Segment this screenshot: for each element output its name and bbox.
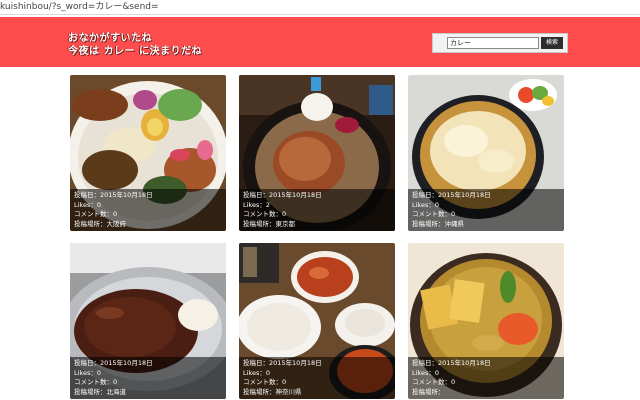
site-header: おなかがすいたね 今夜は カレー に決まりだね 検索 [0, 17, 640, 67]
post-info: 投稿日：2015年10月18日 Likes：0 コメント数：0 投稿場所：神奈川… [239, 357, 395, 399]
search-button[interactable]: 検索 [541, 37, 563, 49]
search-input[interactable] [447, 37, 539, 49]
address-bar[interactable]: kuishinbou/?s_word=カレー&send= [0, 0, 640, 15]
post-info: 投稿日：2015年10月18日 Likes：0 コメント数：0 投稿場所：沖縄県 [408, 189, 564, 231]
post-comments: コメント数：0 [243, 378, 287, 387]
post-date: 投稿日：2015年10月18日 [412, 359, 491, 367]
post-likes: Likes：0 [243, 368, 270, 377]
post-place: 投稿場所：東京都 [243, 219, 295, 228]
post-place: 投稿場所： [412, 387, 445, 396]
post-place: 投稿場所：沖縄県 [412, 219, 464, 228]
post-card[interactable]: 投稿日：2015年10月18日 Likes：0 コメント数：0 投稿場所：沖縄県 [408, 75, 564, 231]
post-likes: Likes：2 [243, 200, 270, 209]
post-date: 投稿日：2015年10月18日 [412, 191, 491, 199]
post-card[interactable]: 投稿日：2015年10月18日 Likes：0 コメント数：0 投稿場所： [408, 243, 564, 399]
post-info: 投稿日：2015年10月18日 Likes：0 コメント数：0 投稿場所：北海道 [70, 357, 226, 399]
post-card[interactable]: 投稿日：2015年10月18日 Likes：0 コメント数：0 投稿場所：神奈川… [239, 243, 395, 399]
post-info: 投稿日：2015年10月18日 Likes：0 コメント数：0 投稿場所：大阪府 [70, 189, 226, 231]
post-likes: Likes：0 [412, 200, 439, 209]
post-place: 投稿場所：大阪府 [74, 219, 126, 228]
post-likes: Likes：0 [74, 368, 101, 377]
post-place: 投稿場所：神奈川県 [243, 387, 302, 396]
post-info: 投稿日：2015年10月18日 Likes：0 コメント数：0 投稿場所： [408, 357, 564, 399]
post-date: 投稿日：2015年10月18日 [74, 191, 153, 199]
site-title-line2: 今夜は カレー に決まりだね [68, 46, 202, 57]
post-card[interactable]: 投稿日：2015年10月18日 Likes：2 コメント数：0 投稿場所：東京都 [239, 75, 395, 231]
search-form: 検索 [432, 33, 568, 53]
post-date: 投稿日：2015年10月18日 [243, 359, 322, 367]
post-place: 投稿場所：北海道 [74, 387, 126, 396]
post-date: 投稿日：2015年10月18日 [243, 191, 322, 199]
post-date: 投稿日：2015年10月18日 [74, 359, 153, 367]
post-comments: コメント数：0 [412, 378, 456, 387]
post-comments: コメント数：0 [74, 378, 118, 387]
post-likes: Likes：0 [74, 200, 101, 209]
post-comments: コメント数：0 [74, 210, 118, 219]
post-comments: コメント数：0 [243, 210, 287, 219]
post-comments: コメント数：0 [412, 210, 456, 219]
post-card[interactable]: 投稿日：2015年10月18日 Likes：0 コメント数：0 投稿場所：大阪府 [70, 75, 226, 231]
post-info: 投稿日：2015年10月18日 Likes：2 コメント数：0 投稿場所：東京都 [239, 189, 395, 231]
post-card[interactable]: 投稿日：2015年10月18日 Likes：0 コメント数：0 投稿場所：北海道 [70, 243, 226, 399]
post-likes: Likes：0 [412, 368, 439, 377]
